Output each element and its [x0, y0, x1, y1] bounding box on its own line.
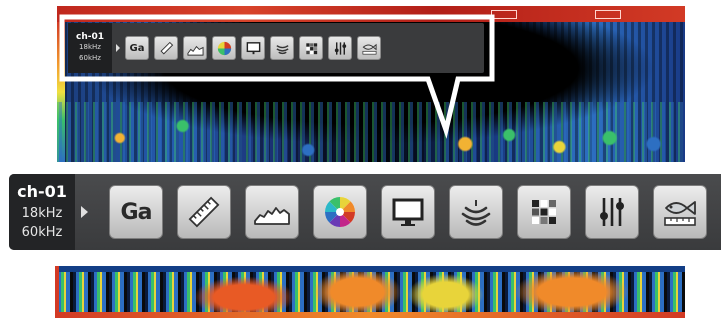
channel-name: ch-01: [17, 182, 67, 201]
mini-color-button[interactable]: [212, 36, 236, 60]
mini-menu-bar: ch-01 18kHz 60kHz Ga: [68, 23, 484, 73]
mini-grid-icon: [305, 42, 317, 54]
color-button[interactable]: [313, 185, 367, 239]
mini-fish-size-button[interactable]: [357, 36, 381, 60]
echogram-screen-bottom: [55, 266, 685, 318]
color-wheel-icon: [325, 197, 355, 227]
adjust-button[interactable]: [585, 185, 639, 239]
pixel-button[interactable]: [517, 185, 571, 239]
sliders-icon: [600, 198, 624, 226]
mini-seabed-profile-button[interactable]: [183, 36, 207, 60]
echogram-top-strip: [57, 6, 685, 22]
mini-monitor-icon: [246, 41, 260, 54]
mini-channel-info[interactable]: ch-01 18kHz 60kHz: [68, 23, 112, 73]
echogram-bottom-left-band: [55, 266, 59, 318]
expand-arrow-icon[interactable]: [81, 206, 88, 218]
fish-ruler-icon: [664, 201, 696, 226]
ruler-button[interactable]: [177, 185, 231, 239]
echogram-bottom-seabed-band: [55, 312, 685, 318]
ruler-icon: [188, 196, 220, 228]
mini-ruler-icon: [159, 41, 173, 55]
mini-fish-ruler-icon: [362, 43, 377, 55]
mini-adjust-button[interactable]: [328, 36, 352, 60]
depth-marker: [595, 10, 621, 19]
mini-sonar-button[interactable]: [270, 36, 294, 60]
mini-sliders-icon: [334, 41, 346, 55]
grid-icon: [532, 200, 556, 224]
channel-freq-high: 60kHz: [21, 225, 63, 240]
mini-gain-button[interactable]: Ga: [125, 36, 149, 60]
depth-marker: [491, 10, 517, 19]
mini-seabed-profile-icon: [186, 45, 204, 56]
echogram-bottom-top-band: [55, 266, 685, 272]
echo-returns: [57, 102, 685, 162]
seabed-profile-icon: [254, 207, 290, 225]
gain-text-icon: Ga: [120, 199, 153, 225]
mini-display-button[interactable]: [241, 36, 265, 60]
mini-channel-freq-high: 60kHz: [79, 54, 101, 62]
channel-menu-bar: ch-01 18kHz 60kHz Ga: [9, 174, 721, 250]
mini-channel-freq-low: 18kHz: [79, 43, 101, 51]
mini-ruler-button[interactable]: [154, 36, 178, 60]
mini-color-wheel-icon: [217, 41, 231, 55]
mini-gain-text-icon: Ga: [129, 42, 145, 54]
mini-expand-arrow-icon[interactable]: [116, 44, 120, 52]
mini-channel-name: ch-01: [75, 32, 104, 42]
channel-freq-low: 18kHz: [21, 206, 63, 221]
seabed-profile-button[interactable]: [245, 185, 299, 239]
display-button[interactable]: [381, 185, 435, 239]
sonar-waves-icon: [461, 200, 491, 226]
fish-size-button[interactable]: [653, 185, 707, 239]
sonar-button[interactable]: [449, 185, 503, 239]
channel-info[interactable]: ch-01 18kHz 60kHz: [9, 174, 75, 250]
monitor-icon: [392, 198, 424, 226]
mini-sonar-waves-icon: [275, 44, 289, 54]
mini-pixel-button[interactable]: [299, 36, 323, 60]
gain-button[interactable]: Ga: [109, 185, 163, 239]
